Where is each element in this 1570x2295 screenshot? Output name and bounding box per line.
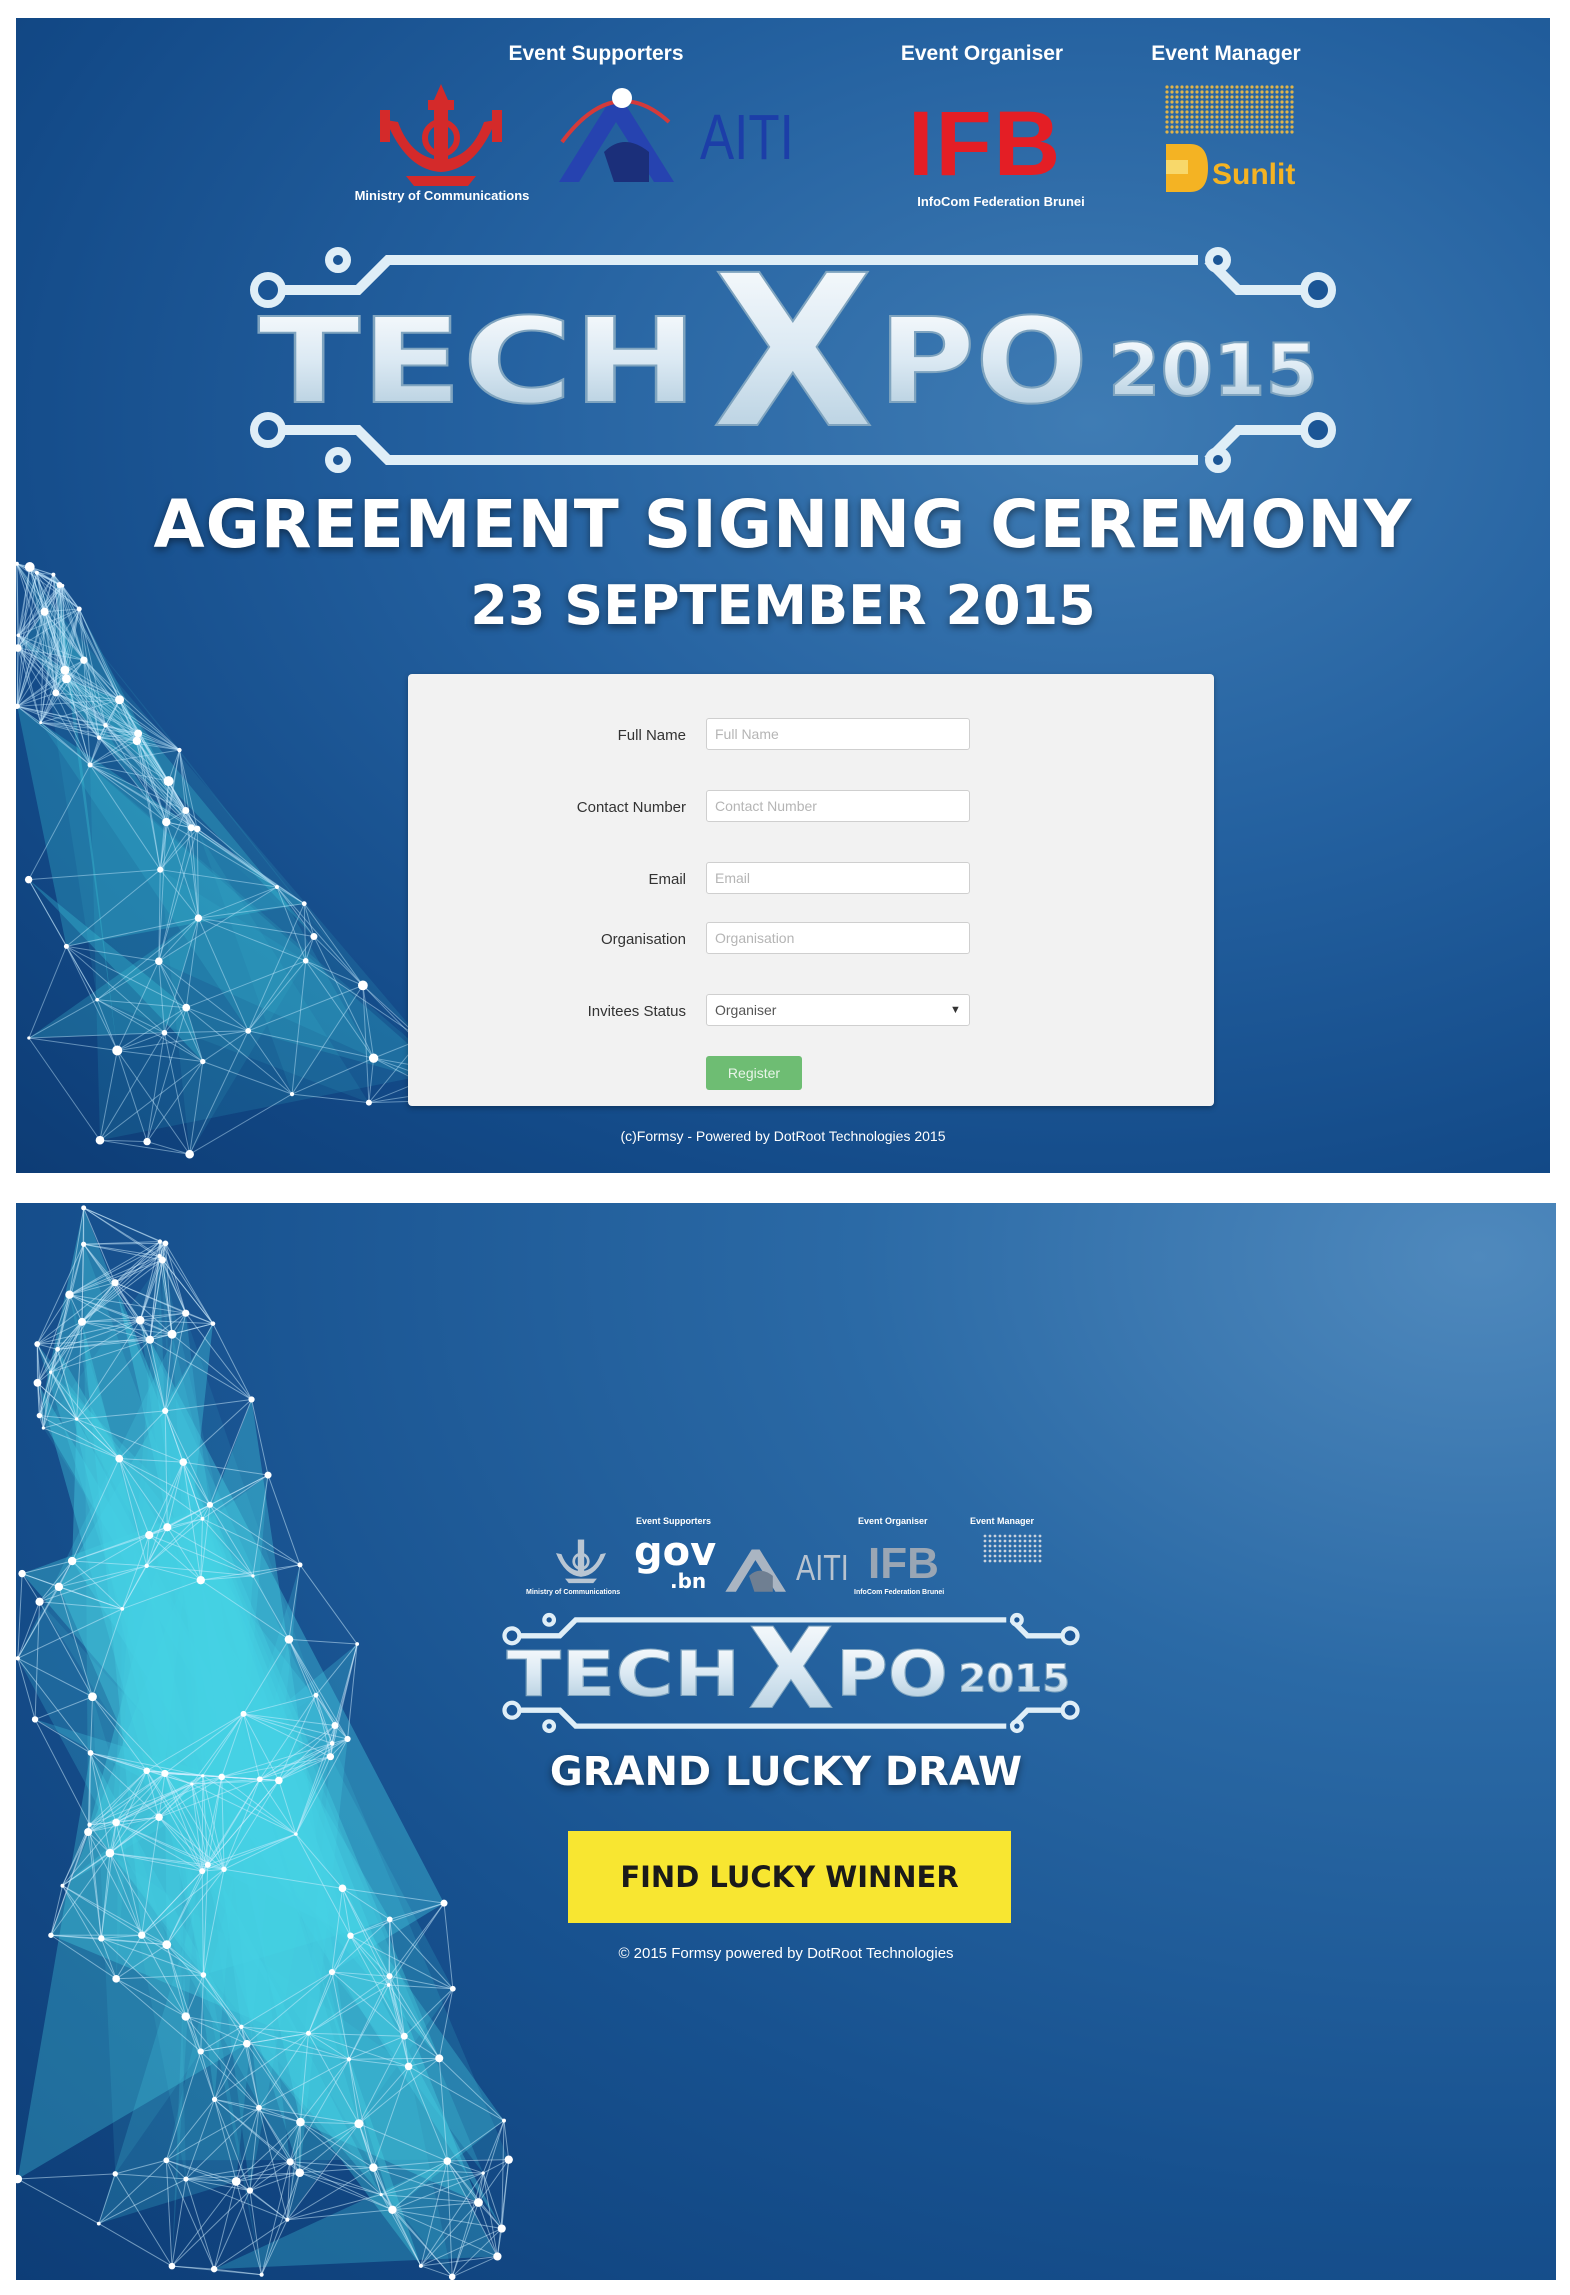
registration-screen: Event Supporters Event Organiser Event M… <box>16 18 1550 1173</box>
ceremony-title: AGREEMENT SIGNING CEREMONY <box>153 486 1413 563</box>
footer-text: (c)Formsy - Powered by DotRoot Technolog… <box>620 1128 946 1144</box>
techxpo-logo: X TECH PO 2015 <box>502 1604 1080 1735</box>
sunlit-logo-text: Sunlit <box>1212 158 1296 191</box>
invitees-status-label: Invitees Status <box>587 1003 686 1020</box>
aiti-logo-text: AITI <box>796 1547 849 1588</box>
lucky-draw-title: GRAND LUCKY DRAW <box>549 1749 1023 1795</box>
invitees-status-value: Organiser <box>715 1002 777 1018</box>
ministry-crest-icon <box>380 84 502 186</box>
logo-po: PO <box>836 1637 948 1710</box>
event-supporters-label: Event Supporters <box>508 42 684 65</box>
event-organiser-label: Event Organiser <box>858 1516 928 1526</box>
organisation-label: Organisation <box>600 931 686 948</box>
find-lucky-winner-button[interactable]: FIND LUCKY WINNER <box>568 1831 1011 1923</box>
ceremony-date: 23 SEPTEMBER 2015 <box>470 574 1096 637</box>
logo-year: 2015 <box>958 1657 1070 1702</box>
gov-bn-text: .bn <box>670 1569 707 1593</box>
chevron-down-icon: ▼ <box>950 1004 961 1016</box>
event-manager-label: Event Manager <box>1151 42 1301 65</box>
ministry-caption: Ministry of Communications <box>354 188 530 203</box>
ministry-caption: Ministry of Communications <box>526 1589 621 1596</box>
logo-tech: TECH <box>258 292 698 430</box>
lucky-draw-screen: Event Supporters Event Organiser Event M… <box>16 1203 1556 2280</box>
register-button[interactable]: Register <box>706 1056 802 1090</box>
email-label: Email <box>648 871 686 888</box>
event-manager-label: Event Manager <box>970 1516 1035 1526</box>
sunlit-logo-icon <box>1166 144 1208 192</box>
ministry-crest-icon <box>556 1539 606 1584</box>
email-input[interactable] <box>706 862 970 894</box>
invitees-status-select[interactable]: Organiser <box>706 994 970 1026</box>
footer-text: © 2015 Formsy powered by DotRoot Technol… <box>618 1945 954 1962</box>
event-supporters-label: Event Supporters <box>636 1516 712 1526</box>
aiti-logo-icon <box>559 88 674 182</box>
event-organiser-label: Event Organiser <box>900 42 1064 65</box>
techxpo-logo: X TECH PO 2015 <box>250 230 1336 476</box>
aiti-logo-text: AITI <box>700 101 794 173</box>
ifb-logo: IFB <box>868 1539 939 1588</box>
logo-year: 2015 <box>1108 328 1318 412</box>
ifb-logo: IFB <box>908 93 1063 195</box>
registration-form: Full Name Contact Number Email Organisat… <box>408 674 1214 1106</box>
dotted-grid-logo-icon <box>1165 85 1294 134</box>
logo-po: PO <box>878 292 1088 430</box>
aiti-logo-icon <box>725 1549 786 1592</box>
logo-x: X <box>748 1605 834 1735</box>
full-name-label: Full Name <box>617 727 686 744</box>
logo-x: X <box>712 230 874 475</box>
ifb-caption: InfoCom Federation Brunei <box>917 194 1085 209</box>
full-name-input[interactable] <box>706 718 970 750</box>
network-decoration <box>16 1205 513 2280</box>
logo-tech: TECH <box>507 1637 741 1710</box>
organisation-input[interactable] <box>706 922 970 954</box>
contact-number-label: Contact Number <box>576 799 686 816</box>
contact-number-input[interactable] <box>706 790 970 822</box>
ifb-caption: InfoCom Federation Brunei <box>854 1589 945 1596</box>
sunlit-logo-icon <box>983 1534 1042 1563</box>
